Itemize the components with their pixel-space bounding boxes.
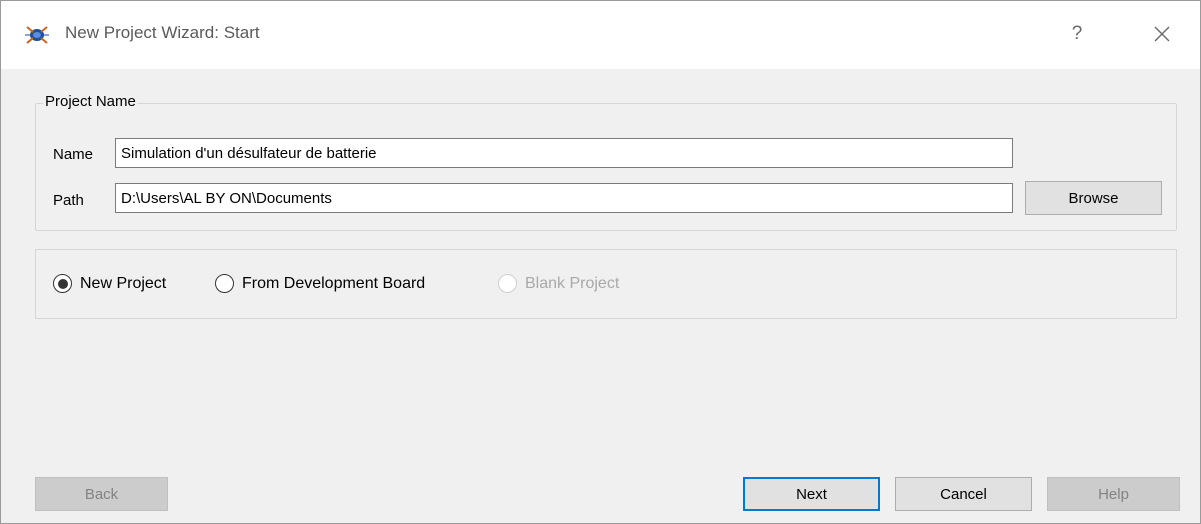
radio-label: New Project <box>80 274 167 292</box>
title-bar: New Project Wizard: Start ? <box>1 1 1200 69</box>
help-button: Help <box>1047 477 1180 511</box>
next-button[interactable]: Next <box>743 477 880 511</box>
project-name-legend: Project Name <box>43 93 138 110</box>
path-label: Path <box>53 192 84 209</box>
browse-button[interactable]: Browse <box>1025 181 1162 215</box>
name-label: Name <box>53 146 94 163</box>
app-icon <box>23 23 51 47</box>
help-icon[interactable]: ? <box>1065 19 1089 49</box>
project-name-input[interactable] <box>115 138 1013 168</box>
radio-from-development-board[interactable]: From Development Board <box>215 274 425 293</box>
radio-blank-project: Blank Project <box>498 274 619 293</box>
radio-unchecked-icon <box>498 274 517 293</box>
radio-label: From Development Board <box>242 274 426 292</box>
window-title: New Project Wizard: Start <box>65 23 260 42</box>
cancel-button[interactable]: Cancel <box>895 477 1032 511</box>
radio-checked-icon <box>53 274 72 293</box>
radio-new-project[interactable]: New Project <box>53 274 166 293</box>
new-project-wizard-dialog: New Project Wizard: Start ? Project Name… <box>0 0 1201 524</box>
close-icon[interactable] <box>1145 19 1179 49</box>
radio-unchecked-icon <box>215 274 234 293</box>
back-button: Back <box>35 477 168 511</box>
radio-label: Blank Project <box>525 274 620 292</box>
project-path-input[interactable] <box>115 183 1013 213</box>
